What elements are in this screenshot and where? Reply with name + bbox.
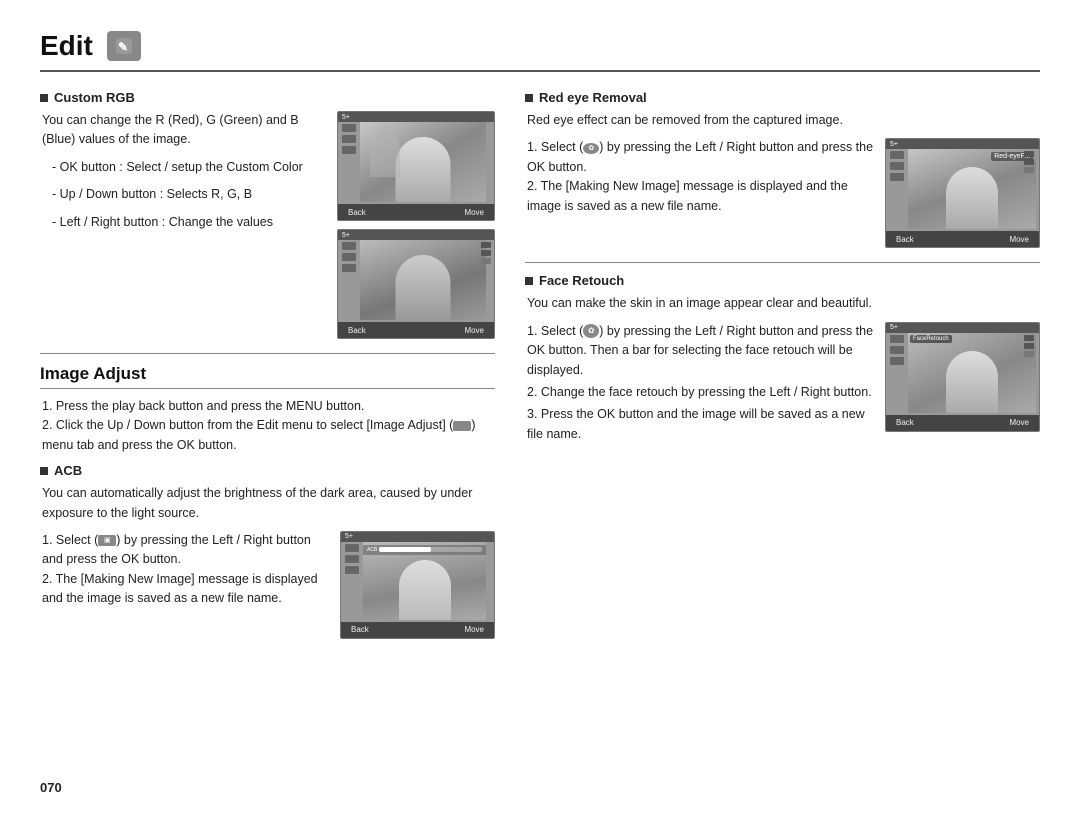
custom-rgb-text: You can change the R (Red), G (Green) an… xyxy=(40,111,327,240)
face-retouch-step-2: 2. Change the face retouch by pressing t… xyxy=(527,383,875,402)
right-column: Red eye Removal Red eye effect can be re… xyxy=(525,90,1040,639)
main-content: Custom RGB You can change the R (Red), G… xyxy=(40,90,1040,639)
red-eye-camera-image: 5+ Red-eyeFix xyxy=(885,138,1040,248)
custom-rgb-title: Custom RGB xyxy=(40,90,495,105)
red-eye-section: Red eye Removal Red eye effect can be re… xyxy=(525,90,1040,248)
face-retouch-section: Face Retouch You can make the skin in an… xyxy=(525,273,1040,444)
edit-icon: ✎ xyxy=(107,31,141,61)
page-number: 070 xyxy=(40,780,62,795)
acb-description: You can automatically adjust the brightn… xyxy=(42,484,495,523)
image-adjust-heading: Image Adjust xyxy=(40,364,495,384)
face-retouch-title: Face Retouch xyxy=(525,273,1040,288)
left-column: Custom RGB You can change the R (Red), G… xyxy=(40,90,495,639)
acb-camera-image: 5+ ACB xyxy=(340,531,495,639)
face-retouch-camera-image: 5+ FaceRetouch xyxy=(885,322,1040,432)
custom-rgb-section: Custom RGB You can change the R (Red), G… xyxy=(40,90,495,339)
red-eye-steps: 1. Select (✿) by pressing the Left / Rig… xyxy=(525,138,875,216)
acb-title: ACB xyxy=(40,463,495,478)
image-adjust-step-2: 2. Click the Up / Down button from the E… xyxy=(42,416,495,455)
face-retouch-description: You can make the skin in an image appear… xyxy=(527,294,1040,313)
custom-rgb-description: You can change the R (Red), G (Green) an… xyxy=(42,111,327,150)
image-adjust-step-1: 1. Press the play back button and press … xyxy=(42,397,495,416)
face-retouch-step-3: 3. Press the OK button and the image wil… xyxy=(527,405,875,444)
face-retouch-bullet-icon xyxy=(525,277,533,285)
bullet-icon xyxy=(40,94,48,102)
red-eye-description: Red eye effect can be removed from the c… xyxy=(527,111,1040,130)
page-header: Edit ✎ xyxy=(40,30,1040,72)
image-adjust-section: Image Adjust 1. Press the play back butt… xyxy=(40,364,495,639)
image-adjust-divider xyxy=(40,388,495,389)
face-retouch-cam-label: FaceRetouch xyxy=(910,335,952,343)
red-eye-step-2: 2. The [Making New Image] message is dis… xyxy=(527,177,875,216)
camera-image-2: 5+ xyxy=(337,229,495,339)
face-retouch-step-1: 1. Select (✿) by pressing the Left / Rig… xyxy=(527,322,875,380)
red-eye-step-1: 1. Select (✿) by pressing the Left / Rig… xyxy=(527,138,875,177)
acb-step-2: 2. The [Making New Image] message is dis… xyxy=(42,570,330,609)
red-eye-bullet-icon xyxy=(525,94,533,102)
acb-section: ACB You can automatically adjust the bri… xyxy=(40,463,495,639)
custom-rgb-instruction-3: - Left / Right button : Change the value… xyxy=(52,213,327,232)
custom-rgb-instruction-1: - OK button : Select / setup the Custom … xyxy=(52,158,327,177)
face-retouch-content-row: 1. Select (✿) by pressing the Left / Rig… xyxy=(525,322,1040,444)
right-divider xyxy=(525,262,1040,263)
section-divider xyxy=(40,353,495,354)
acb-bullet-icon xyxy=(40,467,48,475)
custom-rgb-instruction-2: - Up / Down button : Selects R, G, B xyxy=(52,185,327,204)
red-eye-title: Red eye Removal xyxy=(525,90,1040,105)
page: Edit ✎ Custom RGB You can change the xyxy=(0,0,1080,815)
red-eye-content-row: 1. Select (✿) by pressing the Left / Rig… xyxy=(525,138,1040,248)
svg-text:✎: ✎ xyxy=(118,40,128,54)
title-text: Edit xyxy=(40,30,93,62)
camera-image-1: 5+ xyxy=(337,111,495,221)
custom-rgb-images: 5+ xyxy=(337,111,495,339)
face-retouch-steps: 1. Select (✿) by pressing the Left / Rig… xyxy=(525,322,875,444)
acb-content-row: 1. Select (▣) by pressing the Left / Rig… xyxy=(40,531,495,639)
acb-step-1: 1. Select (▣) by pressing the Left / Rig… xyxy=(42,531,330,570)
page-title: Edit ✎ xyxy=(40,30,141,62)
acb-steps: 1. Select (▣) by pressing the Left / Rig… xyxy=(40,531,330,609)
